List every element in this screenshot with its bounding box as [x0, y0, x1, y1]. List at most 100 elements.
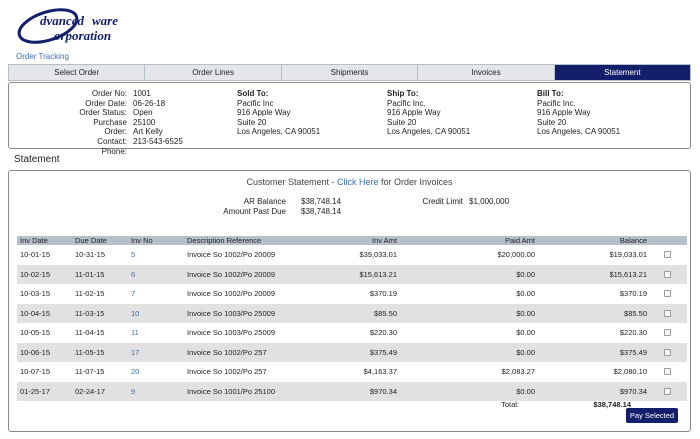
- balance-labels: AR Balance Amount Past Due: [189, 197, 286, 217]
- balance-cell: $370.19: [619, 289, 647, 299]
- svg-text:orporation: orporation: [54, 28, 111, 43]
- table-row: 10-07-15 11-07-15 20 Invoice So 1002/Po 257…: [17, 362, 687, 382]
- tab-invoices[interactable]: Invoices: [418, 65, 555, 80]
- select-cell: [647, 309, 687, 317]
- balance-cell: $375.49: [619, 347, 647, 357]
- col-inv-date: Inv Date: [20, 236, 48, 245]
- order-tracking-link[interactable]: Order Tracking: [16, 52, 69, 61]
- select-checkbox[interactable]: [663, 270, 671, 278]
- order-invoices-link[interactable]: Click Here: [337, 177, 379, 187]
- order-no-label: Order No:: [91, 89, 127, 98]
- address-line: Suite 20: [537, 117, 567, 127]
- sold-to-address: Sold To: Pacific Inc 916 Apple Way Suite…: [237, 89, 377, 137]
- inv-no-link[interactable]: 6: [129, 270, 185, 279]
- inv-amt-cell: $15,613.21: [359, 269, 397, 279]
- statement-title-suffix: for Order Invoices: [378, 177, 453, 187]
- balance-cell: $19,033.01: [609, 250, 647, 260]
- col-due-date: Due Date: [75, 236, 107, 245]
- statement-title: Customer Statement - Click Here for Orde…: [9, 177, 690, 187]
- inv-date-cell: 10-05-15: [20, 328, 51, 338]
- table-header: Inv Date Due Date Inv No Description Ref…: [17, 236, 687, 245]
- tab-statement[interactable]: Statement: [554, 65, 691, 80]
- paid-amt-cell: $0.00: [516, 289, 535, 299]
- inv-date-cell: 10-01-15: [20, 250, 51, 260]
- table-row: 10-06-15 11-05-15 17 Invoice So 1002/Po 257…: [17, 342, 687, 362]
- table-row: 10-02-15 11-01-15 6 Invoice So 1002/Po 2000…: [17, 264, 687, 284]
- balance-cell: $2,080.10: [613, 367, 647, 377]
- tab-order-lines[interactable]: Order Lines: [145, 65, 282, 80]
- select-cell: [647, 290, 687, 298]
- address-line: 916 Apple Way: [237, 108, 291, 118]
- inv-amt-cell: $220.30: [369, 328, 397, 338]
- table-row: 10-04-15 11-03-15 10 Invoice So 1003/Po 250…: [17, 303, 687, 323]
- description-cell: Invoice So 1002/Po 257: [187, 347, 267, 357]
- select-cell: [647, 387, 687, 395]
- select-checkbox[interactable]: [663, 290, 671, 298]
- table-row: 10-03-15 11-02-15 7 Invoice So 1002/Po 2000…: [17, 284, 687, 304]
- select-checkbox[interactable]: [663, 348, 671, 356]
- description-cell: Invoice So 1002/Po 20009: [187, 250, 275, 260]
- inv-date-cell: 10-07-15: [20, 367, 51, 377]
- svg-text:dvanced: dvanced: [40, 13, 85, 28]
- purchase-order-value: 25100: [133, 117, 156, 127]
- inv-amt-cell: $85.50: [374, 308, 397, 318]
- inv-no-link[interactable]: 5: [129, 250, 185, 259]
- paid-amt-cell: $0.00: [516, 347, 535, 357]
- address-line: 916 Apple Way: [387, 108, 441, 118]
- inv-amt-cell: $370.19: [369, 289, 397, 299]
- inv-no-link[interactable]: 11: [129, 328, 185, 337]
- inv-amt-cell: $970.34: [369, 386, 397, 396]
- tab-select-order[interactable]: Select Order: [9, 65, 146, 80]
- svg-text:ware: ware: [92, 13, 118, 28]
- select-checkbox[interactable]: [663, 309, 671, 317]
- select-checkbox[interactable]: [663, 329, 671, 337]
- select-cell: [647, 270, 687, 278]
- inv-date-cell: 10-03-15: [20, 289, 51, 299]
- credit-limit-label: Credit Limit: [422, 197, 463, 206]
- inv-date-cell: 10-06-15: [20, 347, 51, 357]
- ship-to-address: Ship To: Pacific Inc. 916 Apple Way Suit…: [387, 89, 527, 137]
- purchase-order-label: Purchase Order:: [93, 117, 127, 137]
- balance-cell: $15,613.21: [609, 269, 647, 279]
- select-checkbox[interactable]: [663, 368, 671, 376]
- address-line: Pacific Inc.: [387, 98, 426, 108]
- pay-selected-button[interactable]: Pay Selected: [626, 408, 678, 423]
- order-date-value: 06-26-18: [133, 98, 166, 108]
- contact-value: Art Kelly: [133, 127, 163, 137]
- order-date-label: Order Date:: [85, 98, 127, 108]
- col-inv-amt: Inv Amt: [371, 236, 397, 245]
- statement-heading: Statement: [14, 154, 60, 165]
- statement-title-prefix: Customer Statement -: [246, 177, 337, 187]
- table-row: 10-05-15 11-04-15 11 Invoice So 1003/Po 250…: [17, 323, 687, 343]
- address-line: Suite 20: [237, 117, 267, 127]
- inv-no-link[interactable]: 9: [129, 387, 185, 396]
- company-logo: dvanced ware orporation: [17, 8, 118, 44]
- inv-date-cell: 01-25-17: [20, 386, 51, 396]
- description-cell: Invoice So 1001/Po 25100: [187, 386, 275, 396]
- inv-no-link[interactable]: 10: [129, 309, 185, 318]
- inv-amt-cell: $39,033.01: [359, 250, 397, 260]
- due-date-cell: 10-31-15: [75, 250, 106, 260]
- inv-no-link[interactable]: 17: [129, 348, 185, 357]
- select-cell: [647, 251, 687, 259]
- due-date-cell: 11-03-15: [75, 308, 105, 318]
- description-cell: Invoice So 1003/Po 25009: [187, 308, 275, 318]
- balance-cell: $85.50: [624, 308, 647, 318]
- inv-no-link[interactable]: 20: [129, 367, 185, 376]
- totals-row: Total: $38,748.14: [17, 400, 687, 410]
- description-cell: Invoice So 1002/Po 257: [187, 367, 267, 377]
- due-date-cell: 02-24-17: [75, 386, 106, 396]
- sold-to-heading: Sold To:: [237, 89, 269, 98]
- due-date-cell: 11-02-15: [75, 289, 105, 299]
- due-date-cell: 11-07-15: [75, 367, 105, 377]
- description-cell: Invoice So 1003/Po 25009: [187, 328, 275, 338]
- address-line: Pacific Inc: [237, 98, 274, 108]
- select-checkbox[interactable]: [663, 251, 671, 259]
- balance-cell: $220.30: [619, 328, 647, 338]
- select-checkbox[interactable]: [663, 387, 671, 395]
- table-body: 10-01-15 10-31-15 5 Invoice So 1002/Po 2000…: [17, 245, 687, 401]
- tab-bar: Select Order Order Lines Shipments Invoi…: [8, 64, 691, 81]
- tab-shipments[interactable]: Shipments: [281, 65, 419, 80]
- inv-no-link[interactable]: 7: [129, 289, 185, 298]
- phone-value: 213-543-6525: [133, 136, 183, 146]
